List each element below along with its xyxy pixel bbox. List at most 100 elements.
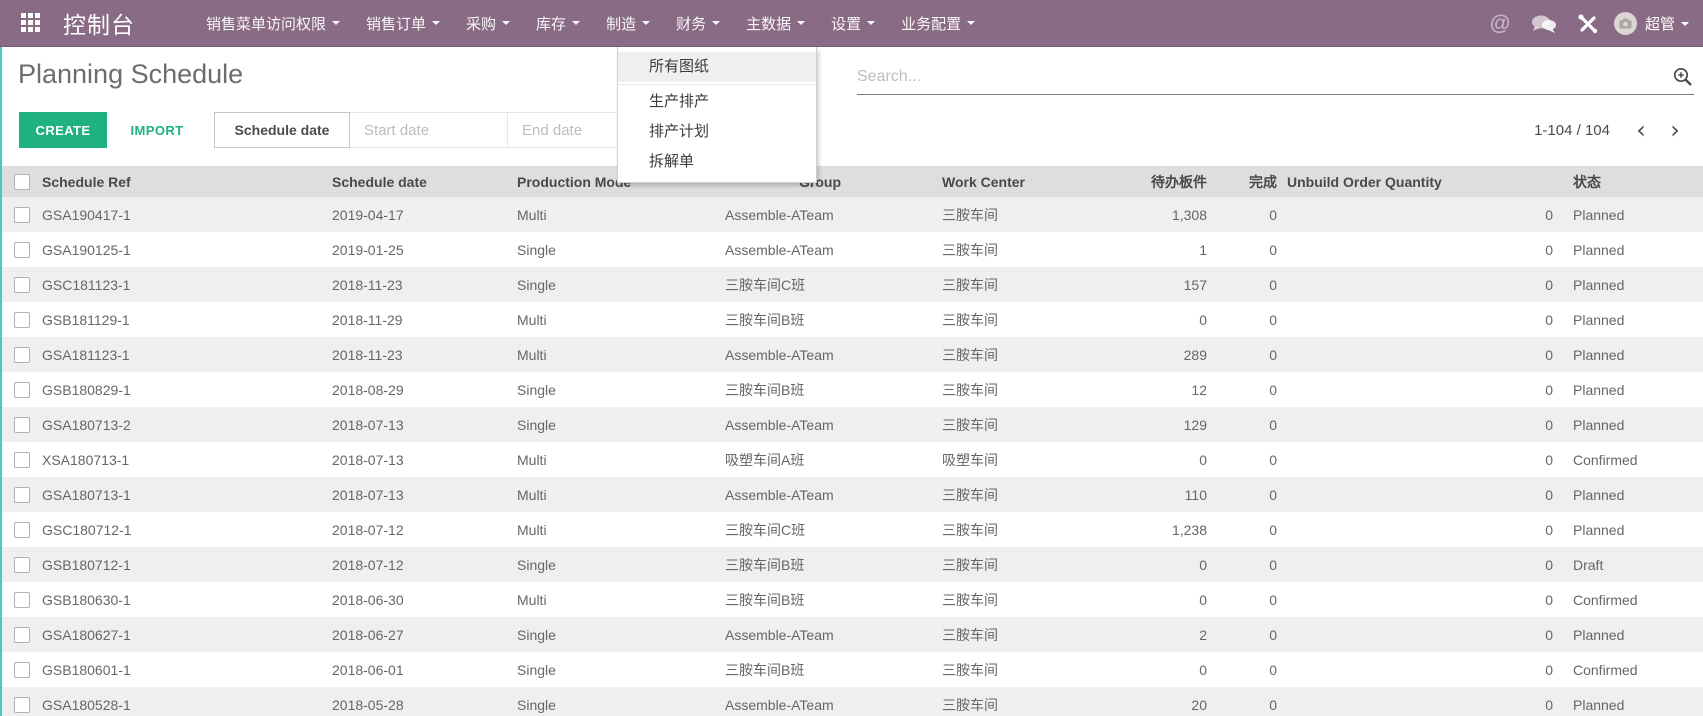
table-row-1[interactable]: GSA190125-12019-01-25SingleAssemble-ATea… <box>2 232 1703 267</box>
nav-menu-7[interactable]: 设置 <box>818 0 888 47</box>
cell-ref: GSB180630-1 <box>42 582 332 617</box>
table-row-13[interactable]: GSB180601-12018-06-01Single三胺车间B班三胺车间000… <box>2 652 1703 687</box>
create-button[interactable]: CREATE <box>19 112 107 148</box>
row-checkbox[interactable] <box>14 592 30 608</box>
column-header-unbuild[interactable]: Unbuild Order Quantity <box>1277 166 1557 197</box>
row-checkbox[interactable] <box>14 277 30 293</box>
nav-menu-3[interactable]: 库存 <box>523 0 593 47</box>
pager-previous-button[interactable]: ‹ <box>1624 112 1658 148</box>
row-checkbox[interactable] <box>14 242 30 258</box>
table-row-4[interactable]: GSA181123-12018-11-23MultiAssemble-ATeam… <box>2 337 1703 372</box>
cell-done: 0 <box>1207 477 1277 512</box>
cell-wc: 三胺车间 <box>942 617 1092 652</box>
schedule-date-filter-button[interactable]: Schedule date <box>214 112 350 148</box>
cell-group: 吸塑车间A班 <box>725 442 942 477</box>
column-header-state[interactable]: 状态 <box>1557 166 1703 197</box>
cell-done: 0 <box>1207 407 1277 442</box>
row-checkbox[interactable] <box>14 627 30 643</box>
table-row-2[interactable]: GSC181123-12018-11-23Single三胺车间C班三胺车间157… <box>2 267 1703 302</box>
row-checkbox[interactable] <box>14 662 30 678</box>
row-checkbox[interactable] <box>14 452 30 468</box>
table-row-12[interactable]: GSA180627-12018-06-27SingleAssemble-ATea… <box>2 617 1703 652</box>
chevron-down-icon <box>1681 22 1689 26</box>
planning-schedule-table: Schedule RefSchedule dateProduction Mode… <box>2 166 1703 716</box>
row-checkbox[interactable] <box>14 417 30 433</box>
dropdown-item-1[interactable]: 生产排产 <box>618 87 816 117</box>
chevron-down-icon <box>642 21 650 25</box>
user-avatar <box>1614 12 1637 35</box>
cell-pending: 129 <box>1092 407 1207 442</box>
cell-mode: Single <box>517 687 725 716</box>
camera-icon <box>1619 18 1632 29</box>
nav-menu-0[interactable]: 销售菜单访问权限 <box>193 0 353 47</box>
nav-menu-8[interactable]: 业务配置 <box>888 0 988 47</box>
table-row-7[interactable]: XSA180713-12018-07-13Multi吸塑车间A班吸塑车间000C… <box>2 442 1703 477</box>
cell-ref: GSB180829-1 <box>42 372 332 407</box>
dropdown-item-2[interactable]: 排产计划 <box>618 117 816 147</box>
cell-state: Planned <box>1557 232 1703 267</box>
column-header-done[interactable]: 完成 <box>1207 166 1277 197</box>
apps-grid-icon[interactable] <box>21 13 41 33</box>
start-date-input[interactable] <box>350 112 508 148</box>
table-row-5[interactable]: GSB180829-12018-08-29Single三胺车间B班三胺车间120… <box>2 372 1703 407</box>
column-header-date[interactable]: Schedule date <box>332 166 517 197</box>
cell-wc: 三胺车间 <box>942 267 1092 302</box>
cell-ref: GSB180601-1 <box>42 652 332 687</box>
cell-wc: 三胺车间 <box>942 372 1092 407</box>
cell-mode: Single <box>517 617 725 652</box>
dropdown-item-3[interactable]: 拆解单 <box>618 147 816 177</box>
search-box <box>857 60 1694 95</box>
row-checkbox[interactable] <box>14 487 30 503</box>
mentions-icon[interactable]: @ <box>1478 0 1522 47</box>
table-row-3[interactable]: GSB181129-12018-11-29Multi三胺车间B班三胺车间000P… <box>2 302 1703 337</box>
row-checkbox-cell <box>2 302 42 337</box>
dropdown-item-0[interactable]: 所有图纸 <box>618 52 816 82</box>
row-checkbox[interactable] <box>14 347 30 363</box>
app-title[interactable]: 控制台 <box>63 6 135 40</box>
cell-state: Confirmed <box>1557 442 1703 477</box>
column-header-wc[interactable]: Work Center <box>942 166 1092 197</box>
row-checkbox[interactable] <box>14 522 30 538</box>
nav-menu-6[interactable]: 主数据 <box>733 0 818 47</box>
import-button[interactable]: IMPORT <box>121 112 193 148</box>
column-header-pending[interactable]: 待办板件 <box>1092 166 1207 197</box>
search-magnifier-plus-icon[interactable] <box>1672 66 1694 88</box>
cell-unbuild: 0 <box>1277 477 1557 512</box>
column-header-label: Unbuild Order Quantity <box>1287 174 1442 190</box>
cell-mode: Single <box>517 232 725 267</box>
column-header-ref[interactable]: Schedule Ref <box>42 166 332 197</box>
pager-next-button[interactable]: › <box>1658 112 1692 148</box>
table-row-6[interactable]: GSA180713-22018-07-13SingleAssemble-ATea… <box>2 407 1703 442</box>
row-checkbox-cell <box>2 512 42 547</box>
column-header-label: Schedule Ref <box>42 174 131 190</box>
cell-pending: 110 <box>1092 477 1207 512</box>
select-all-checkbox[interactable] <box>14 174 30 190</box>
table-row-8[interactable]: GSA180713-12018-07-13MultiAssemble-ATeam… <box>2 477 1703 512</box>
table-row-14[interactable]: GSA180528-12018-05-28SingleAssemble-ATea… <box>2 687 1703 716</box>
table-row-10[interactable]: GSB180712-12018-07-12Single三胺车间B班三胺车间000… <box>2 547 1703 582</box>
cell-date: 2018-07-12 <box>332 512 517 547</box>
row-checkbox-cell <box>2 442 42 477</box>
search-input[interactable] <box>857 68 1672 86</box>
table-row-11[interactable]: GSB180630-12018-06-30Multi三胺车间B班三胺车间000C… <box>2 582 1703 617</box>
cell-done: 0 <box>1207 232 1277 267</box>
cell-done: 0 <box>1207 372 1277 407</box>
row-checkbox[interactable] <box>14 207 30 223</box>
row-checkbox[interactable] <box>14 557 30 573</box>
cell-group: Assemble-ATeam <box>725 477 942 512</box>
nav-menu-1[interactable]: 销售订单 <box>353 0 453 47</box>
row-checkbox[interactable] <box>14 312 30 328</box>
cell-ref: GSA181123-1 <box>42 337 332 372</box>
cell-ref: GSA180627-1 <box>42 617 332 652</box>
nav-menu-4[interactable]: 制造 <box>593 0 663 47</box>
crossed-tools-icon <box>1577 13 1599 35</box>
nav-menu-5[interactable]: 财务 <box>663 0 733 47</box>
row-checkbox[interactable] <box>14 382 30 398</box>
table-row-0[interactable]: GSA190417-12019-04-17MultiAssemble-ATeam… <box>2 197 1703 232</box>
user-menu[interactable]: 超管 <box>1610 0 1703 47</box>
table-row-9[interactable]: GSC180712-12018-07-12Multi三胺车间C班三胺车间1,23… <box>2 512 1703 547</box>
row-checkbox[interactable] <box>14 697 30 713</box>
nav-menu-2[interactable]: 采购 <box>453 0 523 47</box>
debug-tools-icon[interactable] <box>1566 0 1610 47</box>
messages-icon[interactable] <box>1522 0 1566 47</box>
